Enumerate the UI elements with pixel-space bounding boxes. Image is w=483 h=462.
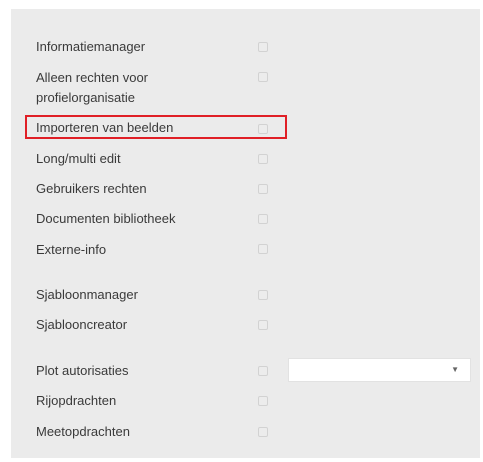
permission-label-meetopdrachten: Meetopdrachten [36,424,130,439]
checkbox-sjabloonmanager[interactable] [258,290,268,300]
permission-label-alleen-rechten: Alleen rechten voor profielorganisatie [36,70,149,105]
permission-label-documenten-bibliotheek: Documenten bibliotheek [36,211,176,226]
permission-label-importeren: Importeren van beelden [36,120,174,135]
checkbox-gebruikers-rechten[interactable] [258,184,268,194]
plot-autorisaties-select[interactable]: ▼ [288,358,471,382]
permission-label-long-multi-edit: Long/multi edit [36,151,121,166]
checkbox-long-multi-edit[interactable] [258,154,268,164]
checkbox-informatiemanager[interactable] [258,42,268,52]
checkbox-plot-autorisaties[interactable] [258,366,268,376]
checkbox-meetopdrachten[interactable] [258,427,268,437]
checkbox-rijopdrachten[interactable] [258,396,268,406]
permission-label-informatiemanager: Informatiemanager [36,39,146,54]
permission-label-gebruikers-rechten: Gebruikers rechten [36,181,147,196]
permission-label-plot-autorisaties: Plot autorisaties [36,363,129,378]
checkbox-documenten-bibliotheek[interactable] [258,214,268,224]
checkbox-importeren[interactable] [258,124,268,134]
checkbox-externe-info[interactable] [258,244,268,254]
permission-label-sjabloonmanager: Sjabloonmanager [36,287,138,302]
permission-label-sjablooncreator: Sjablooncreator [36,317,128,332]
permission-label-externe-info: Externe-info [36,242,107,257]
checkbox-sjablooncreator[interactable] [258,320,268,330]
permission-label-rijopdrachten: Rijopdrachten [36,393,117,408]
chevron-down-icon: ▼ [451,365,459,374]
checkbox-alleen-rechten[interactable] [258,72,268,82]
